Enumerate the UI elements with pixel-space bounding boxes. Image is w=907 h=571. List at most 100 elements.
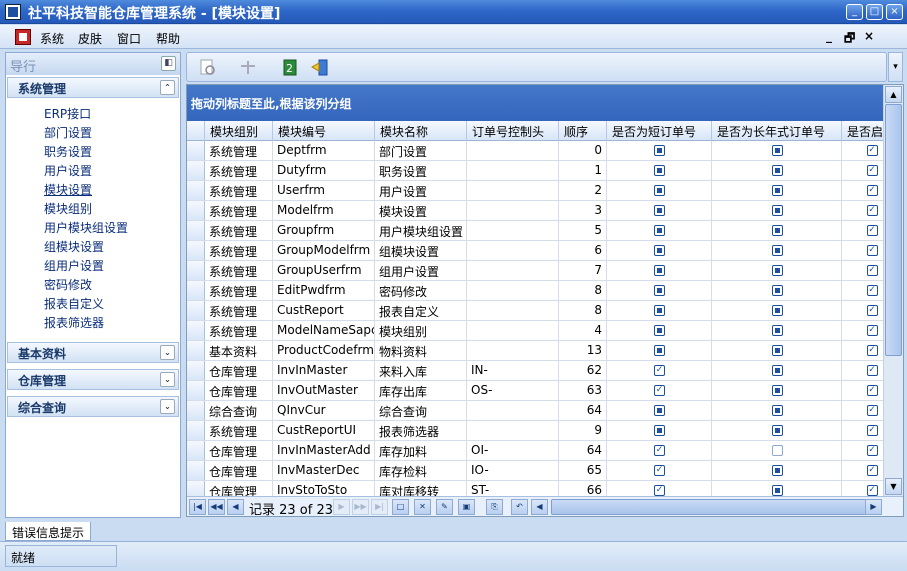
prev-record-icon[interactable]: ◀ [227, 499, 244, 515]
long-order-cell[interactable] [712, 241, 842, 260]
long-order-cell[interactable] [712, 441, 842, 460]
scroll-up-icon[interactable]: ▲ [885, 86, 902, 103]
enabled-cell[interactable]: ✓ [842, 381, 883, 400]
code-cell[interactable]: Deptfrm [273, 141, 375, 160]
table-row[interactable]: 系统管理▼GroupModelfrm组模块设置 6 ✓ [187, 241, 883, 261]
app-icon[interactable] [5, 4, 21, 20]
checkbox-checked-icon[interactable]: ✓ [654, 445, 665, 456]
group-cell[interactable]: 系统管理▼ [205, 301, 273, 320]
checkbox-indeterminate-icon[interactable] [654, 225, 665, 236]
next-record-icon[interactable]: ▶ [333, 499, 350, 515]
nav-group-system[interactable]: 系统管理 ⌃ [7, 77, 179, 98]
nav-group-query[interactable]: 综合查询 ⌄ [7, 396, 179, 417]
chevron-down-icon[interactable]: ⌄ [160, 345, 175, 360]
checkbox-indeterminate-icon[interactable] [771, 385, 783, 396]
table-row[interactable]: 仓库管理▼InvInMasterAdd库存加料OI-64 ✓ ✓ [187, 441, 883, 461]
prev-page-icon[interactable]: ◀◀ [208, 499, 225, 515]
new-record-icon[interactable]: □ [392, 499, 409, 515]
row-indicator[interactable] [187, 321, 205, 340]
code-cell[interactable]: Dutyfrm [273, 161, 375, 180]
order-cell[interactable]: 4 [559, 321, 607, 340]
checkbox-checked-icon[interactable]: ✓ [866, 285, 878, 296]
nav-item-group-module[interactable]: 组模块设置 [44, 238, 104, 255]
prefix-cell[interactable] [467, 321, 559, 340]
nav-item-report-filter[interactable]: 报表筛选器 [44, 314, 104, 331]
nav-item-custom-report[interactable]: 报表自定义 [44, 295, 104, 312]
mdi-restore-button[interactable]: 🗗 [844, 29, 855, 50]
row-indicator[interactable] [187, 381, 205, 400]
long-order-cell[interactable] [712, 421, 842, 440]
prefix-cell[interactable] [467, 141, 559, 160]
order-cell[interactable]: 1 [559, 161, 607, 180]
column-header-name[interactable]: 模块名称 [375, 121, 467, 141]
order-cell[interactable]: 5 [559, 221, 607, 240]
checkbox-checked-icon[interactable]: ✓ [866, 325, 878, 336]
column-header-prefix[interactable]: 订单号控制头 [467, 121, 559, 141]
enabled-cell[interactable]: ✓ [842, 141, 883, 160]
long-order-cell[interactable] [712, 181, 842, 200]
chevron-down-icon[interactable]: ⌄ [160, 399, 175, 414]
long-order-cell[interactable] [712, 481, 842, 496]
long-order-cell[interactable] [712, 321, 842, 340]
name-cell[interactable]: 库存加料 [375, 441, 467, 460]
checkbox-indeterminate-icon[interactable] [654, 345, 665, 356]
code-cell[interactable]: Groupfrm [273, 221, 375, 240]
prefix-cell[interactable] [467, 301, 559, 320]
scroll-right-icon[interactable]: ▶ [865, 499, 882, 515]
close-icon[interactable]: × [886, 4, 903, 20]
code-cell[interactable]: EditPwdfrm [273, 281, 375, 300]
export-icon[interactable]: ⎘ [486, 499, 503, 515]
pin-icon[interactable]: ◧ [161, 56, 176, 71]
checkbox-checked-icon[interactable]: ✓ [866, 185, 878, 196]
minimize-icon[interactable]: _ [846, 4, 863, 20]
nav-item-erp[interactable]: ERP接口 [44, 105, 91, 122]
code-cell[interactable]: InvOutMaster [273, 381, 375, 400]
code-cell[interactable]: Modelfrm [273, 201, 375, 220]
column-header-short[interactable]: 是否为短订单号 [607, 121, 712, 141]
prefix-cell[interactable]: OS- [467, 381, 559, 400]
chevron-up-icon[interactable]: ⌃ [160, 80, 175, 95]
row-indicator[interactable] [187, 481, 205, 496]
checkbox-indeterminate-icon[interactable] [654, 325, 665, 336]
table-row[interactable]: 系统管理▼Dutyfrm职务设置 1 ✓ [187, 161, 883, 181]
order-cell[interactable]: 6 [559, 241, 607, 260]
enabled-cell[interactable]: ✓ [842, 201, 883, 220]
nav-item-module[interactable]: 模块设置 [44, 181, 92, 198]
checkbox-indeterminate-icon[interactable] [654, 205, 665, 216]
checkbox-indeterminate-icon[interactable] [771, 305, 783, 316]
table-row[interactable]: 基本资料▼ProductCodefrm物料资料 13 ✓ [187, 341, 883, 361]
name-cell[interactable]: 密码修改 [375, 281, 467, 300]
checkbox-checked-icon[interactable]: ✓ [866, 305, 878, 316]
enabled-cell[interactable]: ✓ [842, 261, 883, 280]
long-order-cell[interactable] [712, 461, 842, 480]
enabled-cell[interactable]: ✓ [842, 481, 883, 496]
checkbox-checked-icon[interactable]: ✓ [866, 425, 878, 436]
long-order-cell[interactable] [712, 261, 842, 280]
name-cell[interactable]: 组用户设置 [375, 261, 467, 280]
enabled-cell[interactable]: ✓ [842, 181, 883, 200]
checkbox-indeterminate-icon[interactable] [654, 305, 665, 316]
name-cell[interactable]: 物料资料 [375, 341, 467, 360]
prefix-cell[interactable]: IN- [467, 361, 559, 380]
row-indicator[interactable] [187, 281, 205, 300]
nav-item-user[interactable]: 用户设置 [44, 162, 92, 179]
checkbox-indeterminate-icon[interactable] [654, 245, 665, 256]
column-header-group[interactable]: 模块组别 [205, 121, 273, 141]
last-record-icon[interactable]: ▶| [371, 499, 388, 515]
long-order-cell[interactable] [712, 381, 842, 400]
enabled-cell[interactable]: ✓ [842, 421, 883, 440]
prefix-cell[interactable] [467, 341, 559, 360]
short-order-cell[interactable] [607, 181, 712, 200]
row-indicator[interactable] [187, 301, 205, 320]
enabled-cell[interactable]: ✓ [842, 221, 883, 240]
table-row[interactable]: 仓库管理▼InvMasterDec库存检料IO-65 ✓ ✓ [187, 461, 883, 481]
name-cell[interactable]: 职务设置 [375, 161, 467, 180]
table-row[interactable]: 系统管理▼Userfrm用户设置 2 ✓ [187, 181, 883, 201]
short-order-cell[interactable] [607, 341, 712, 360]
order-cell[interactable]: 7 [559, 261, 607, 280]
checkbox-indeterminate-icon[interactable] [771, 285, 783, 296]
maximize-icon[interactable]: □ [866, 4, 883, 20]
checkbox-indeterminate-icon[interactable] [771, 345, 783, 356]
code-cell[interactable]: InvInMasterAdd [273, 441, 375, 460]
prefix-cell[interactable]: IO- [467, 461, 559, 480]
